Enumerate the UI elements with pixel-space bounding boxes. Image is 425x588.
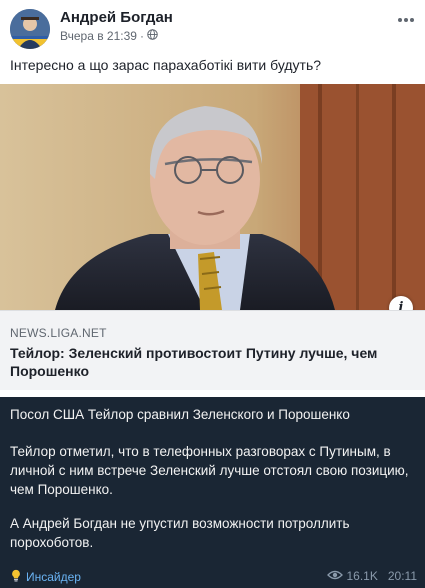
eye-icon — [326, 569, 343, 583]
message-stats: 16.1K 20:11 — [326, 569, 417, 583]
channel-name[interactable]: Инсайдер — [26, 570, 81, 584]
view-count: 16.1K — [346, 569, 378, 583]
telegram-title: Посол США Тейлор сравнил Зеленского и По… — [10, 407, 350, 422]
more-options-icon[interactable] — [397, 6, 415, 29]
link-preview[interactable]: NEWS.LIGA.NET Тейлор: Зеленский противос… — [0, 310, 425, 390]
post-text: Інтересно а що зарас парахаботікі вити б… — [10, 57, 322, 73]
meta-separator: · — [139, 29, 144, 43]
avatar[interactable] — [10, 9, 50, 49]
lightbulb-icon — [10, 569, 22, 585]
link-domain: NEWS.LIGA.NET — [10, 326, 107, 340]
telegram-message: Посол США Тейлор сравнил Зеленского и По… — [0, 397, 425, 588]
message-time: 20:11 — [387, 569, 417, 583]
telegram-conclusion: А Андрей Богдан не упустил возможности п… — [10, 516, 350, 550]
channel-link[interactable]: Инсайдер — [10, 569, 81, 585]
link-preview-image[interactable] — [0, 84, 425, 310]
author-name[interactable]: Андрей Богдан — [60, 9, 173, 26]
post-timestamp[interactable]: Вчера в 21:39 — [60, 29, 137, 43]
facebook-post: Андрей Богдан Вчера в 21:39 · Інтересно … — [0, 0, 425, 397]
telegram-body: Тейлор отметил, что в телефонных разгово… — [10, 444, 409, 497]
post-meta: Вчера в 21:39 · — [60, 29, 158, 43]
link-title[interactable]: Тейлор: Зеленский противостоит Путину лу… — [10, 344, 400, 380]
telegram-footer: Инсайдер 16.1K 20:11 — [10, 569, 417, 585]
globe-icon — [147, 29, 158, 43]
